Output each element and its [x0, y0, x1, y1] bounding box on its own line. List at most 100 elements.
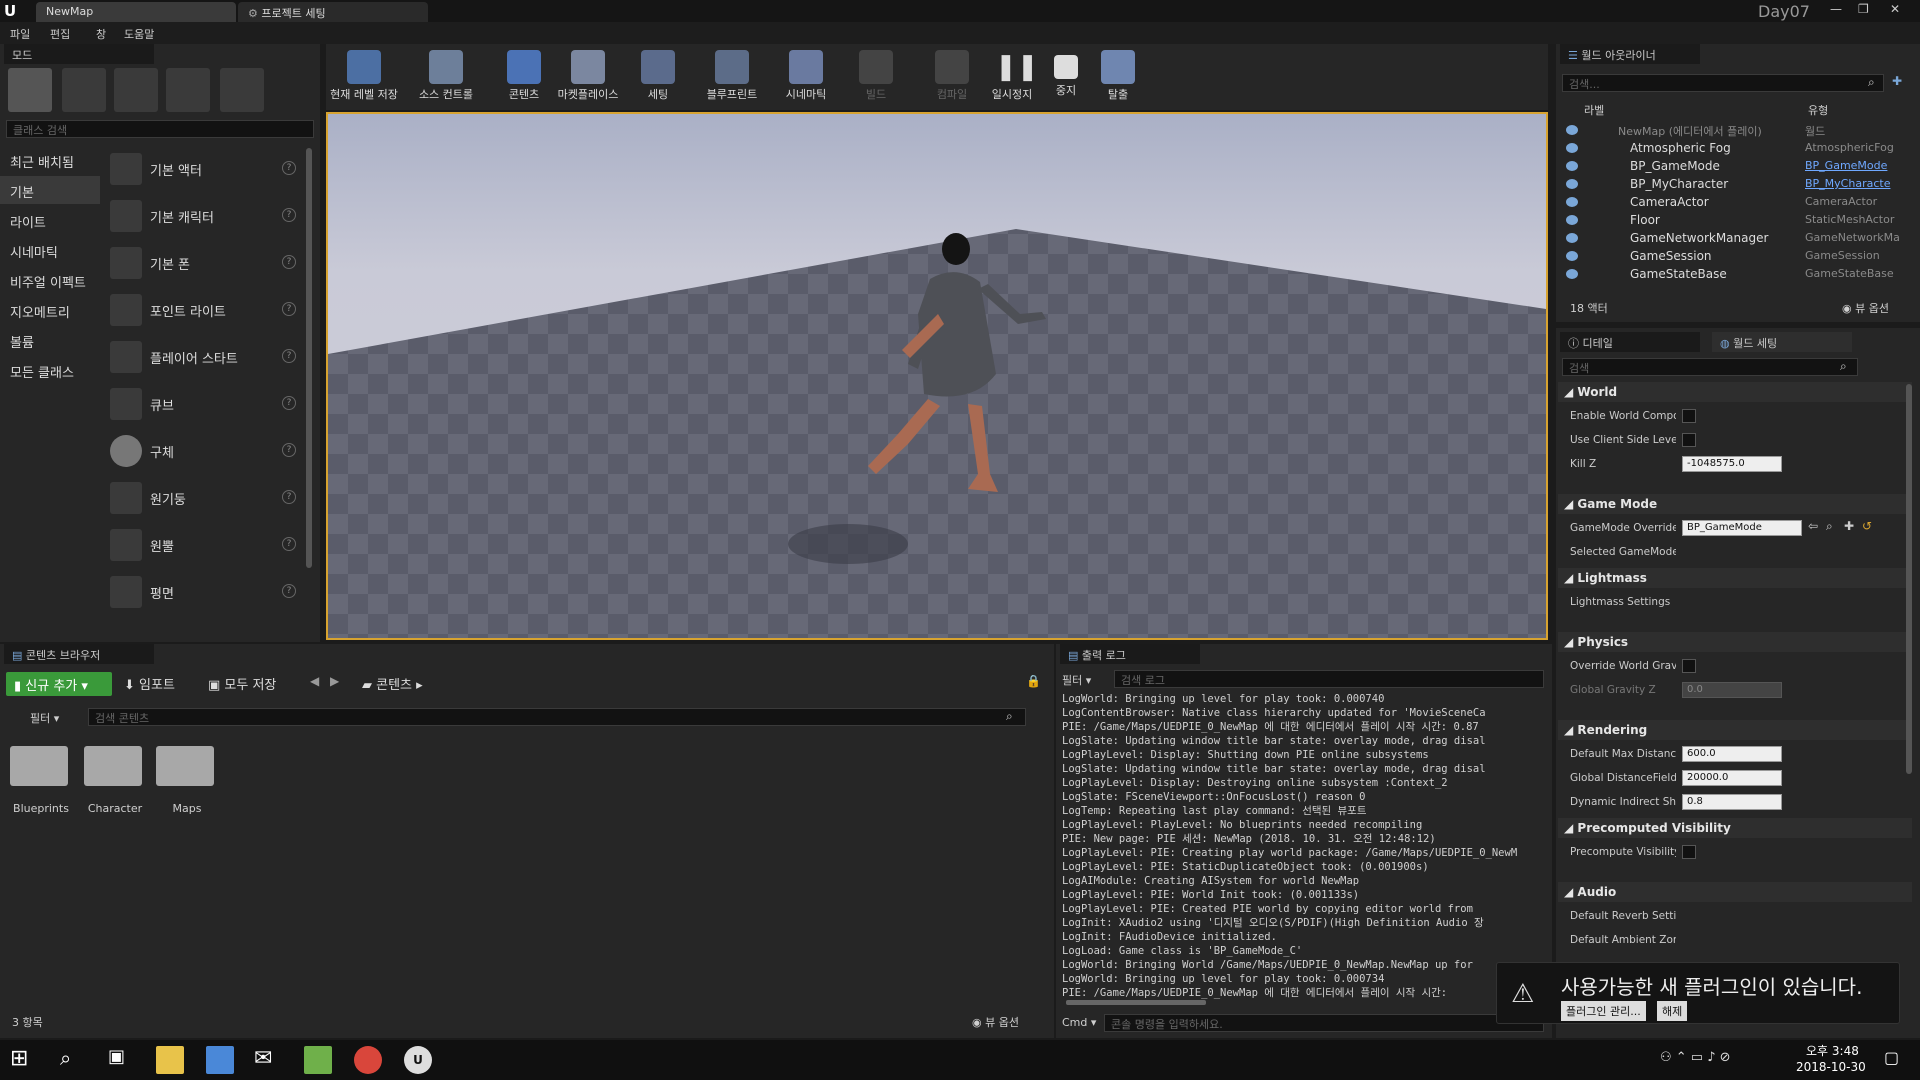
outliner-row[interactable]: BP_GameMode BP_GameMode: [1560, 158, 1900, 176]
compile-button[interactable]: 컴파일: [918, 46, 986, 108]
outliner-row[interactable]: Atmospheric Fog AtmosphericFog: [1560, 140, 1900, 158]
save-level-button[interactable]: 현재 레벨 저장: [330, 46, 398, 108]
search-icon[interactable]: ⌕: [60, 1046, 88, 1074]
place-item[interactable]: 원뿔?: [104, 522, 304, 568]
category-geometry[interactable]: 지오메트리: [0, 296, 100, 324]
outliner-row[interactable]: BP_MyCharacter BP_MyCharacte: [1560, 176, 1900, 194]
dynamic-indirect-input[interactable]: 0.8: [1682, 794, 1782, 810]
place-item[interactable]: 기본 폰?: [104, 240, 304, 286]
log-scrollbar[interactable]: [1066, 1000, 1206, 1005]
eye-icon[interactable]: [1566, 269, 1578, 279]
eye-icon[interactable]: [1566, 251, 1578, 261]
section-physics[interactable]: ◢ Physics: [1558, 632, 1912, 652]
content-view-options[interactable]: ◉ 뷰 옵션: [972, 1014, 1019, 1030]
help-icon[interactable]: ?: [282, 396, 296, 410]
save-all-button[interactable]: ▣ 모두 저장: [208, 674, 276, 693]
place-item[interactable]: 플레이어 스타트?: [104, 334, 304, 380]
prop-label[interactable]: Default Reverb Setti: [1570, 910, 1676, 922]
eye-icon[interactable]: [1566, 125, 1578, 135]
enable-world-checkbox[interactable]: [1682, 409, 1696, 423]
tray-icons[interactable]: ⚇ ⌃ ▭ ♪ ⊘: [1660, 1050, 1731, 1065]
section-world[interactable]: ◢ World: [1558, 382, 1912, 402]
eye-icon[interactable]: [1566, 179, 1578, 189]
prop-label[interactable]: Selected GameMode: [1570, 546, 1676, 558]
prop-label[interactable]: Lightmass Settings: [1570, 596, 1676, 608]
task-view-icon[interactable]: ▣: [108, 1046, 136, 1074]
notification-center-icon[interactable]: ▢: [1884, 1048, 1899, 1067]
section-lightmass[interactable]: ◢ Lightmass: [1558, 568, 1912, 588]
reset-icon[interactable]: ↺: [1862, 519, 1872, 533]
lock-icon[interactable]: 🔒: [1026, 674, 1041, 688]
use-selected-icon[interactable]: ⇦: [1808, 519, 1818, 533]
source-control-button[interactable]: 소스 컨트롤: [412, 46, 480, 108]
forward-arrow-icon[interactable]: ▶: [330, 674, 339, 688]
cmd-dropdown[interactable]: Cmd ▾: [1062, 1016, 1096, 1029]
browse-icon[interactable]: ⌕: [1826, 519, 1833, 534]
precompute-checkbox[interactable]: [1682, 845, 1696, 859]
add-filter-button[interactable]: ✚: [1892, 74, 1902, 88]
category-basic[interactable]: 기본: [0, 176, 100, 204]
blueprints-button[interactable]: 블루프린트: [698, 46, 766, 108]
category-recent[interactable]: 최근 배치됨: [0, 146, 100, 174]
marketplace-button[interactable]: 마켓플레이스: [554, 46, 622, 108]
prop-label[interactable]: Default Ambient Zon: [1570, 934, 1676, 946]
details-scrollbar[interactable]: [1906, 384, 1912, 774]
outliner-row[interactable]: CameraActor CameraActor: [1560, 194, 1900, 212]
help-icon[interactable]: ?: [282, 584, 296, 598]
help-icon[interactable]: ?: [282, 161, 296, 175]
chrome-icon[interactable]: [354, 1046, 382, 1074]
mode-place-icon[interactable]: [8, 68, 52, 112]
override-gravity-checkbox[interactable]: [1682, 659, 1696, 673]
help-icon[interactable]: ?: [282, 208, 296, 222]
class-search-input[interactable]: 클래스 검색: [6, 120, 314, 138]
gamemode-override-dropdown[interactable]: BP_GameMode: [1682, 520, 1802, 536]
outliner-row[interactable]: Floor StaticMeshActor: [1560, 212, 1900, 230]
viewport[interactable]: [326, 112, 1548, 640]
menu-help[interactable]: 도움말: [124, 26, 154, 42]
tab-world-settings[interactable]: ◍ 월드 세팅: [1712, 332, 1852, 352]
manage-plugins-link[interactable]: 플러그인 관리...: [1561, 1001, 1646, 1021]
eye-icon[interactable]: [1566, 143, 1578, 153]
details-search-input[interactable]: 검색: [1562, 358, 1858, 376]
menu-edit[interactable]: 편집: [50, 26, 70, 42]
breadcrumb[interactable]: ▰ 콘텐츠 ▸: [362, 674, 423, 693]
eye-icon[interactable]: [1566, 161, 1578, 171]
category-visual-effects[interactable]: 비주얼 이펙트: [0, 266, 100, 294]
help-icon[interactable]: ?: [282, 349, 296, 363]
log-filter-button[interactable]: 필터 ▾: [1062, 672, 1091, 688]
max-distance-input[interactable]: 600.0: [1682, 746, 1782, 762]
console-input[interactable]: 콘솔 명령을 입력하세요.: [1104, 1014, 1544, 1032]
outliner-row[interactable]: GameNetworkManager GameNetworkMa: [1560, 230, 1900, 248]
back-arrow-icon[interactable]: ◀: [310, 674, 319, 688]
help-icon[interactable]: ?: [282, 443, 296, 457]
section-game-mode[interactable]: ◢ Game Mode: [1558, 494, 1912, 514]
eye-icon[interactable]: [1566, 215, 1578, 225]
eject-button[interactable]: 탈출: [1084, 46, 1152, 108]
help-icon[interactable]: ?: [282, 255, 296, 269]
mode-landscape-icon[interactable]: [114, 68, 158, 112]
outliner-search-input[interactable]: 검색...: [1562, 74, 1884, 92]
category-cinematic[interactable]: 시네마틱: [0, 236, 100, 264]
use-client-checkbox[interactable]: [1682, 433, 1696, 447]
windows-start-icon[interactable]: ⊞: [10, 1046, 38, 1074]
cinematics-button[interactable]: 시네마틱: [772, 46, 840, 108]
content-button[interactable]: 콘텐츠: [490, 46, 558, 108]
place-item[interactable]: 구체?: [104, 428, 304, 474]
place-item[interactable]: 기본 캐릭터?: [104, 193, 304, 239]
place-item[interactable]: 포인트 라이트?: [104, 287, 304, 333]
category-all-classes[interactable]: 모든 클래스: [0, 356, 100, 384]
col-type-header[interactable]: 유형: [1808, 102, 1828, 118]
modes-scrollbar[interactable]: [306, 148, 312, 568]
notepad-icon[interactable]: [304, 1046, 332, 1074]
place-item[interactable]: 원기둥?: [104, 475, 304, 521]
col-label-header[interactable]: 라벨: [1584, 102, 1604, 118]
section-audio[interactable]: ◢ Audio: [1558, 882, 1912, 902]
global-gravity-input[interactable]: 0.0: [1682, 682, 1782, 698]
dismiss-link[interactable]: 해제: [1657, 1001, 1688, 1021]
log-search-input[interactable]: 검색 로그: [1114, 670, 1544, 688]
outliner-row[interactable]: GameSession GameSession: [1560, 248, 1900, 266]
tab-newmap[interactable]: NewMap: [36, 2, 236, 22]
kill-z-input[interactable]: -1048575.0: [1682, 456, 1782, 472]
close-button[interactable]: ✕: [1890, 2, 1900, 16]
content-filter-button[interactable]: 필터 ▾: [30, 710, 59, 726]
